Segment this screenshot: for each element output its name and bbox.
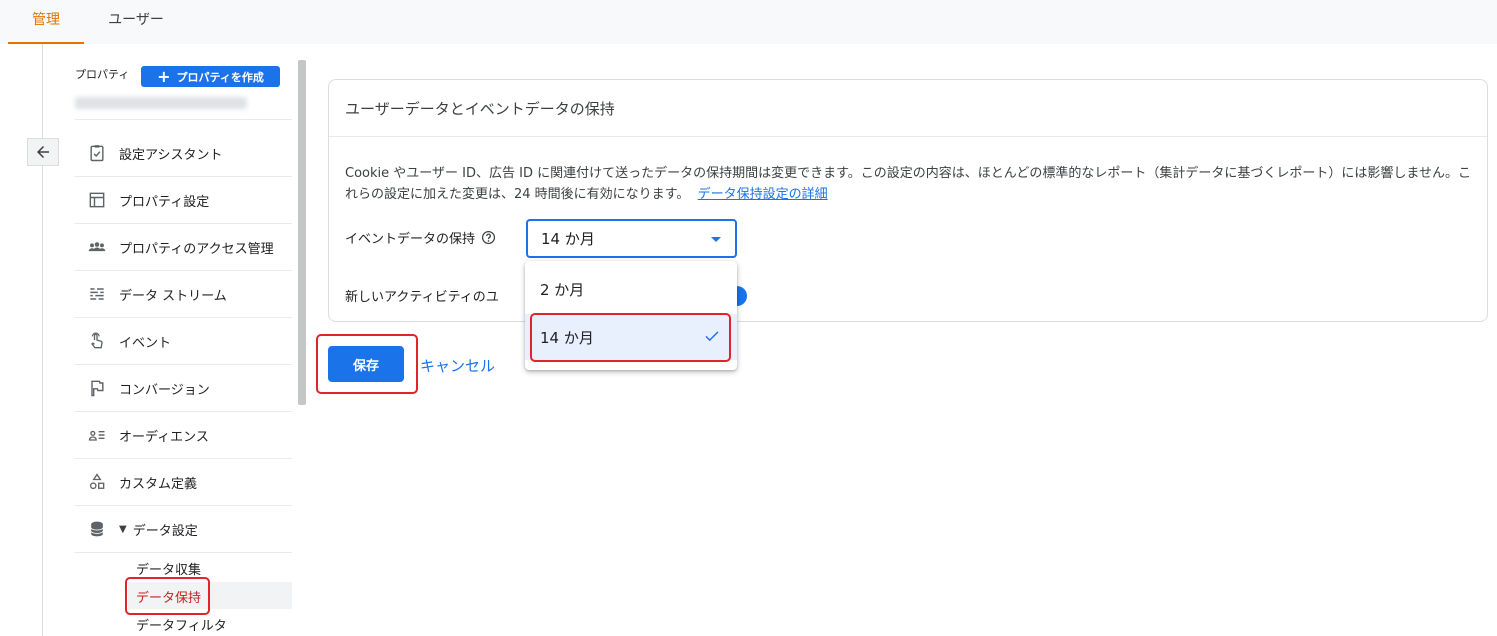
sidebar-item-label: プロパティ設定 [119,194,210,210]
flag-icon [75,378,119,398]
new-activity-label: 新しいアクティビティのユ [345,290,499,305]
people-icon [75,237,119,257]
dropdown-arrow-icon [711,237,721,242]
sidebar-item-events[interactable]: イベント [75,318,292,365]
admin-tab-bar: 管理 ユーザー [0,0,1497,44]
caret-down-icon[interactable]: ▼ [119,524,127,535]
touch-icon [75,331,119,351]
sidebar-item-setup-assistant[interactable]: 設定アシスタント [75,130,292,177]
check-icon [705,331,719,342]
card-title: ユーザーデータとイベントデータの保持 [345,100,615,118]
sidebar-item-label: イベント [119,335,172,351]
sidebar-item-label: データ ストリーム [119,288,227,304]
create-property-button[interactable]: + プロパティを作成 [141,66,280,87]
sidebar-item-conversions[interactable]: コンバージョン [75,365,292,412]
sidebar-item-label: コンバージョン [119,382,210,398]
sidebar-subitem-data-retention[interactable]: データ保持 [136,587,201,606]
create-property-label: プロパティを作成 [176,70,264,84]
sidebar-subitem-data-filters[interactable]: データフィルタ [136,615,227,634]
option-14-months[interactable]: 14 か月 [525,314,737,360]
sidebar-item-custom-definitions[interactable]: カスタム定義 [75,459,292,506]
back-button[interactable] [27,138,59,166]
sidebar-item-access-management[interactable]: プロパティのアクセス管理 [75,224,292,271]
sidebar-divider [75,119,292,120]
property-name-redacted [75,97,247,109]
streams-icon [75,284,119,304]
sidebar-item-audiences[interactable]: オーディエンス [75,412,292,459]
sidebar-item-data-streams[interactable]: データ ストリーム [75,271,292,318]
option-2-months[interactable]: 2 か月 [525,266,737,312]
tab-admin[interactable]: 管理 [8,0,84,44]
tab-users[interactable]: ユーザー [84,0,188,44]
sidebar-item-label: データ設定 [132,523,198,539]
column-divider [42,44,43,636]
sidebar-item-label: オーディエンス [119,429,209,445]
clipboard-check-icon [75,143,119,163]
sidebar-item-property-settings[interactable]: プロパティ設定 [75,177,292,224]
shapes-icon [75,472,119,492]
event-retention-label: イベントデータの保持 [345,232,476,247]
sidebar-scrollbar[interactable] [298,60,306,405]
sidebar-item-data-settings[interactable]: ▼ データ設定 [75,506,292,553]
event-retention-field: イベントデータの保持 [345,228,496,247]
option-label: 2 か月 [540,280,585,299]
select-value: 14 か月 [541,230,595,248]
data-retention-card: ユーザーデータとイベントデータの保持 Cookie やユーザー ID、広告 ID… [328,79,1488,322]
event-retention-select[interactable]: 14 か月 [526,219,737,258]
help-icon[interactable] [481,230,496,245]
sidebar-item-label: プロパティのアクセス管理 [119,241,274,257]
sidebar-item-label: カスタム定義 [119,476,198,492]
arrow-left-icon [37,146,49,158]
database-icon [75,519,119,539]
property-label: プロパティ [75,68,130,81]
card-divider [329,136,1487,137]
sidebar-item-label: 設定アシスタント [119,147,223,163]
learn-more-link[interactable]: データ保持設定の詳細 [698,187,828,202]
option-label: 14 か月 [540,328,594,347]
description-text: Cookie やユーザー ID、広告 ID に関連付けて送ったデータの保持期間は… [345,166,1472,202]
save-button[interactable]: 保存 [328,346,404,382]
retention-dropdown-menu: 2 か月 14 か月 [525,261,737,370]
plus-icon: + [157,66,171,86]
card-description: Cookie やユーザー ID、広告 ID に関連付けて送ったデータの保持期間は… [345,163,1480,205]
sidebar-subitem-data-collection[interactable]: データ収集 [136,559,201,578]
audience-icon [75,425,119,445]
layout-icon [75,190,119,210]
cancel-link[interactable]: キャンセル [420,355,495,376]
